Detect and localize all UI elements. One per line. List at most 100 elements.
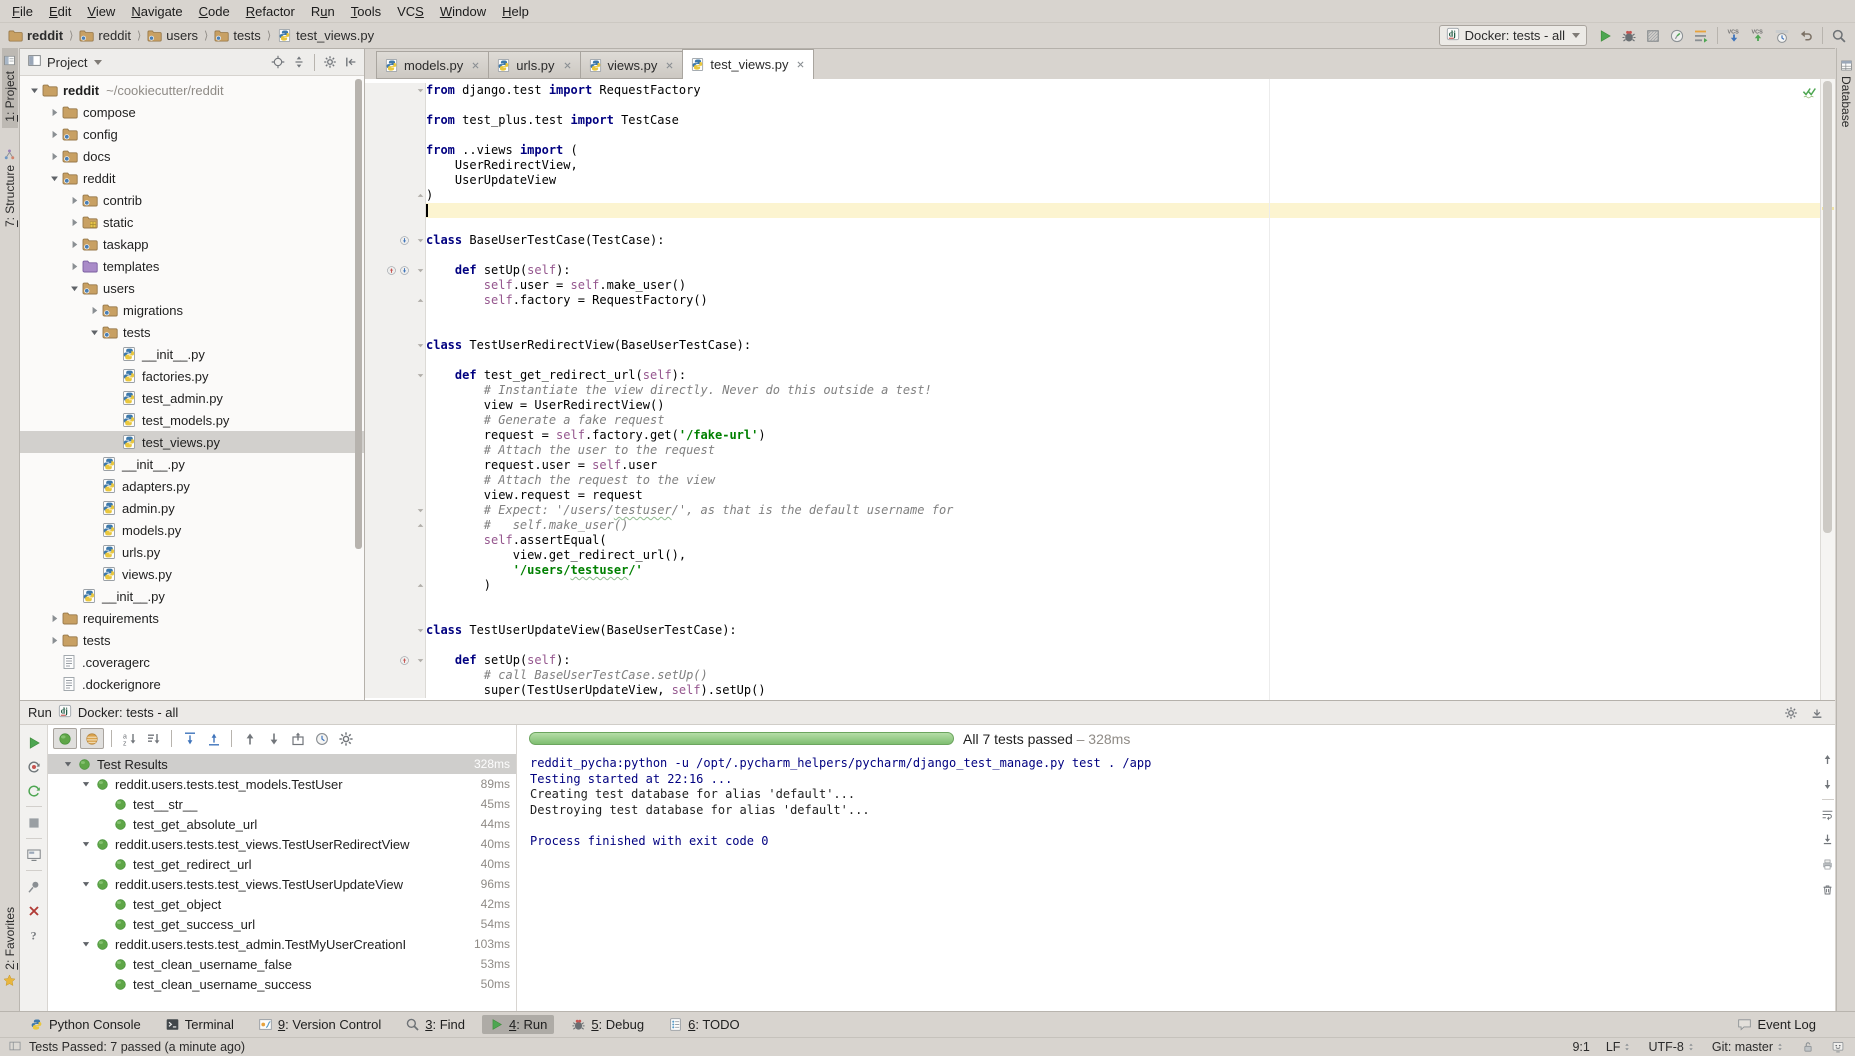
tree-item-urls-py[interactable]: urls.py [20, 541, 364, 563]
tri-right-icon[interactable] [48, 150, 61, 163]
tool-strip-database[interactable]: Database [1838, 53, 1854, 133]
tree-item-init-py[interactable]: __init__.py [20, 585, 364, 607]
tree-item-dockerignore[interactable]: .dockerignore [20, 673, 364, 695]
editor-scrollbar-thumb[interactable] [1823, 81, 1832, 533]
toolwindow-9-version-control[interactable]: 9: Version Control [251, 1015, 388, 1034]
test-row-test-clean-username-false[interactable]: test_clean_username_false53ms [48, 954, 516, 974]
print-button[interactable] [1821, 858, 1834, 871]
toolwindow-6-todo[interactable]: 6: TODO [661, 1015, 747, 1034]
tree-item-reddit[interactable]: reddit [20, 167, 364, 189]
monitor-button[interactable] [22, 843, 46, 866]
close-button[interactable] [22, 899, 46, 922]
project-scrollbar[interactable] [355, 79, 362, 549]
vcs-push-button[interactable]: VCS [1746, 25, 1770, 47]
breadcrumb-reddit[interactable]: reddit [8, 28, 63, 43]
toolwindow-event-log[interactable]: Event Log [1730, 1015, 1823, 1034]
tree-item-tests[interactable]: tests [20, 629, 364, 651]
hector-button[interactable] [1831, 1040, 1845, 1054]
close-icon[interactable] [470, 60, 481, 71]
test-row-test-get-success-url[interactable]: test_get_success_url54ms [48, 914, 516, 934]
fold-end-icon[interactable] [416, 191, 425, 200]
tri-down-icon[interactable] [80, 878, 92, 890]
chevron-down-icon[interactable] [94, 60, 102, 65]
menu-tools[interactable]: Tools [343, 4, 389, 19]
search-button[interactable] [1827, 25, 1851, 47]
menu-view[interactable]: View [79, 4, 123, 19]
fold-open-icon[interactable] [416, 341, 425, 350]
debug-button[interactable] [1617, 25, 1641, 47]
collapse-all-button[interactable] [289, 52, 309, 72]
test-row-test-get-redirect-url[interactable]: test_get_redirect_url40ms [48, 854, 516, 874]
tri-down-icon[interactable] [88, 326, 101, 339]
scrollend-button[interactable] [1821, 833, 1834, 846]
fold-open-icon[interactable] [416, 656, 425, 665]
tree-item-static[interactable]: static [20, 211, 364, 233]
tri-down-icon[interactable] [80, 838, 92, 850]
status-lf[interactable]: LF [1606, 1040, 1633, 1054]
arrow-up-button[interactable] [239, 728, 260, 749]
tree-item-test-models-py[interactable]: test_models.py [20, 409, 364, 431]
menu-window[interactable]: Window [432, 4, 494, 19]
gut-down-icon[interactable] [399, 235, 410, 246]
sort-time-button[interactable] [143, 728, 164, 749]
fold-end-icon[interactable] [416, 296, 425, 305]
tree-item-test-admin-py[interactable]: test_admin.py [20, 387, 364, 409]
coverage-button[interactable] [1641, 25, 1665, 47]
toolwindow-python-console[interactable]: Python Console [22, 1015, 148, 1034]
code-editor[interactable]: from django.test import RequestFactoryfr… [365, 79, 1820, 700]
close-icon[interactable] [795, 59, 806, 70]
tree-item-contrib[interactable]: contrib [20, 189, 364, 211]
collapse-tests-button[interactable] [203, 728, 224, 749]
tri-down-icon[interactable] [80, 778, 92, 790]
test-row-test-clean-username-success[interactable]: test_clean_username_success50ms [48, 974, 516, 994]
tree-item-init-py[interactable]: __init__.py [20, 343, 364, 365]
tri-right-icon[interactable] [48, 612, 61, 625]
status-9-1[interactable]: 9:1 [1572, 1040, 1589, 1054]
tri-right-icon[interactable] [68, 216, 81, 229]
breadcrumb-tests[interactable]: tests [214, 28, 260, 43]
hide-down-button[interactable] [1807, 703, 1827, 723]
gut-up-icon[interactable] [386, 265, 397, 276]
export-button[interactable] [287, 728, 308, 749]
test-row-reddit-users-tests-test-admin-testmyusercreationi[interactable]: reddit.users.tests.test_admin.TestMyUser… [48, 934, 516, 954]
test-list-button[interactable] [1689, 25, 1713, 47]
fold-open-icon[interactable] [416, 371, 425, 380]
stop-button[interactable] [22, 811, 46, 834]
menu-run[interactable]: Run [303, 4, 343, 19]
test-row-reddit-users-tests-test-views-testuserupdateview[interactable]: reddit.users.tests.test_views.TestUserUp… [48, 874, 516, 894]
hide-left-button[interactable] [341, 52, 361, 72]
tab-models-py[interactable]: models.py [376, 51, 489, 79]
tab-test-views-py[interactable]: test_views.py [682, 49, 814, 79]
status-git-master[interactable]: Git: master [1712, 1040, 1785, 1054]
tri-right-icon[interactable] [48, 106, 61, 119]
close-icon[interactable] [562, 60, 573, 71]
menu-help[interactable]: Help [494, 4, 537, 19]
clock-button[interactable] [311, 728, 332, 749]
arrow-up-button[interactable] [1821, 753, 1834, 766]
toolwindow-3-find[interactable]: 3: Find [398, 1015, 472, 1034]
ignored-ball-button[interactable] [80, 728, 104, 749]
undo-button[interactable] [1794, 25, 1818, 47]
run-button[interactable] [22, 731, 46, 754]
locate-button[interactable] [268, 52, 288, 72]
close-icon[interactable] [664, 60, 675, 71]
menu-vcs[interactable]: VCS [389, 4, 432, 19]
arrow-down-button[interactable] [263, 728, 284, 749]
clear-button[interactable] [1821, 883, 1834, 896]
tree-item-coveragerc[interactable]: .coveragerc [20, 651, 364, 673]
breadcrumb-test-views-py[interactable]: test_views.py [277, 28, 374, 43]
vcs-update-button[interactable]: VCS [1722, 25, 1746, 47]
tri-down-icon[interactable] [62, 758, 74, 770]
tree-item-requirements[interactable]: requirements [20, 607, 364, 629]
tri-down-icon[interactable] [80, 938, 92, 950]
tree-item-views-py[interactable]: views.py [20, 563, 364, 585]
menu-navigate[interactable]: Navigate [123, 4, 190, 19]
refresh-button[interactable] [22, 779, 46, 802]
tab-urls-py[interactable]: urls.py [488, 51, 580, 79]
arrow-down-button[interactable] [1821, 778, 1834, 791]
history-button[interactable] [1770, 25, 1794, 47]
tree-item-docs[interactable]: docs [20, 145, 364, 167]
tree-item-init-py[interactable]: __init__.py [20, 453, 364, 475]
toolwindow-5-debug[interactable]: 5: Debug [564, 1015, 651, 1034]
tri-right-icon[interactable] [68, 260, 81, 273]
